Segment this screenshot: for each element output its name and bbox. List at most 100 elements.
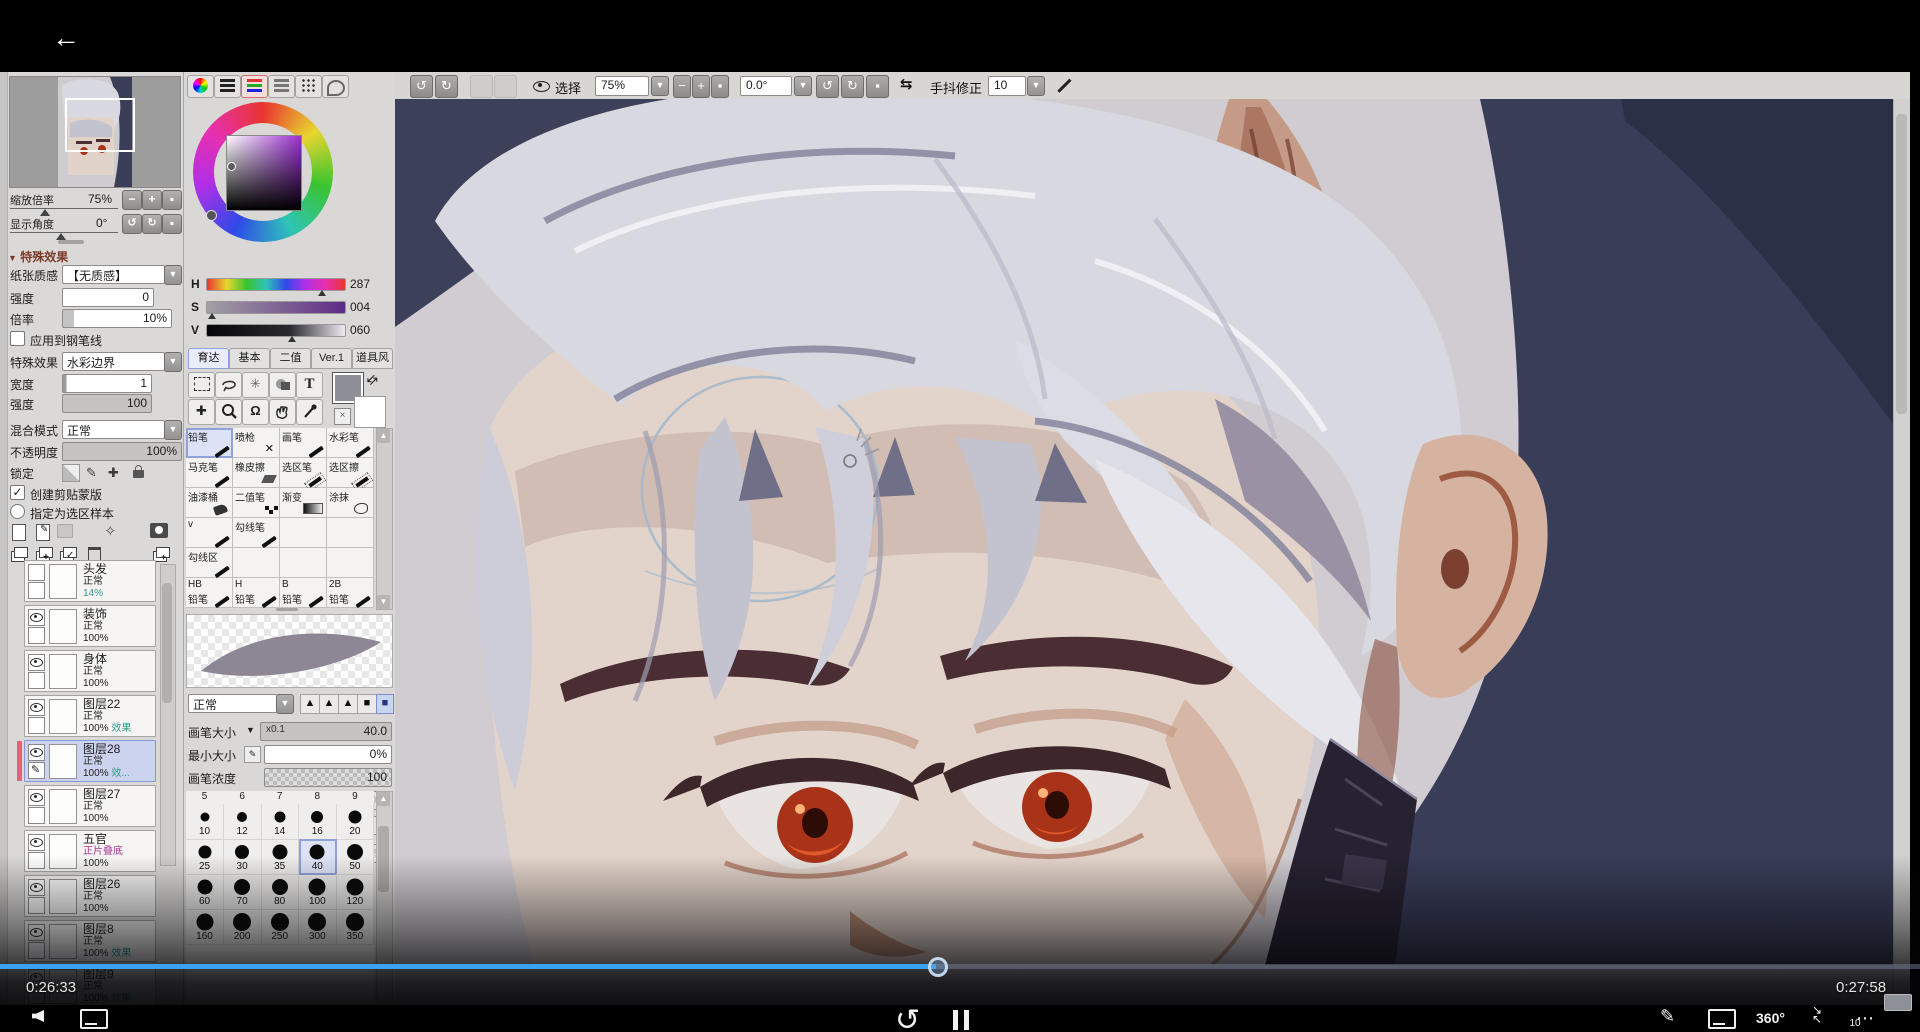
angle-reset-button[interactable]: ▪ xyxy=(162,214,182,234)
layer-edit-toggle[interactable]: ✎ xyxy=(28,627,45,644)
size-option[interactable]: 100 xyxy=(299,874,337,910)
brush-cell[interactable]: 2B 铅笔 xyxy=(327,578,374,608)
brush-tab[interactable]: 道具风 xyxy=(352,348,393,369)
layer-list-scrollbar[interactable] xyxy=(160,564,176,866)
size-option[interactable]: 8 xyxy=(299,791,336,802)
brush-cell[interactable]: 选区笔 xyxy=(280,458,327,488)
brush-cell[interactable] xyxy=(327,518,374,548)
brush-cell[interactable] xyxy=(233,548,280,578)
size-option[interactable]: 160 xyxy=(186,909,224,945)
density-slider[interactable]: 100 xyxy=(264,768,392,787)
strength2-slider[interactable]: 100 xyxy=(62,394,152,413)
size-option[interactable]: 40 xyxy=(299,839,337,875)
scroll-down-button[interactable]: ▼ xyxy=(377,595,390,609)
brush-cell[interactable]: 橡皮擦 xyxy=(233,458,280,488)
size-option[interactable]: 250 xyxy=(261,909,299,945)
effect-dropdown-button[interactable]: ▼ xyxy=(164,352,182,372)
new-layer-button[interactable] xyxy=(10,522,28,541)
rotate-ccw-button[interactable]: ↺ xyxy=(122,214,142,234)
shape-tool[interactable] xyxy=(269,372,296,398)
min-size-input[interactable]: 0% xyxy=(264,745,392,764)
rect-select-tool[interactable] xyxy=(188,372,215,398)
exit-fullscreen-button[interactable]: ↘ ↖ xyxy=(1812,1006,1822,1024)
pause-button[interactable] xyxy=(950,1010,972,1032)
size-option[interactable]: 14 xyxy=(261,804,299,840)
layer-visibility-toggle[interactable] xyxy=(28,564,45,581)
move-tool[interactable]: ✚ xyxy=(188,399,215,425)
layer-item[interactable]: ✎ 图层28 正常 100% 效... xyxy=(24,740,156,782)
canvas-rotate-cw[interactable]: ↻ xyxy=(841,75,864,98)
brush-blend-select[interactable]: 正常 xyxy=(188,694,278,713)
brush-cell[interactable]: H 铅笔 xyxy=(233,578,280,608)
size-option[interactable]: 25 xyxy=(186,839,224,875)
sv-marker[interactable] xyxy=(227,162,236,171)
swap-colors-icon[interactable]: ⇆ xyxy=(363,370,382,389)
canvas-zoom-out[interactable]: − xyxy=(673,75,691,98)
brush-tab[interactable]: 育达 xyxy=(188,348,229,369)
layer-visibility-toggle[interactable] xyxy=(28,789,45,806)
brush-cell[interactable]: 喷枪 xyxy=(233,428,280,458)
stabilizer-value[interactable]: 10 xyxy=(988,76,1026,96)
more-options-button[interactable]: ⋯ xyxy=(1856,1008,1876,1029)
panel-divider[interactable] xyxy=(276,608,298,611)
lasso-tool[interactable] xyxy=(215,372,242,398)
layer-visibility-toggle[interactable] xyxy=(28,609,45,626)
new-folder-button[interactable] xyxy=(57,524,73,538)
size-option[interactable]: 20 xyxy=(336,804,374,840)
transform-tool-icon[interactable]: ✧ xyxy=(104,524,117,539)
pressure-icon[interactable]: ✎ xyxy=(244,746,261,763)
volume-button[interactable] xyxy=(32,1010,44,1022)
canvas-zoom-reset[interactable]: ▪ xyxy=(711,75,729,98)
size-option[interactable]: 30 xyxy=(224,839,262,875)
transparent-color-swatch[interactable]: × xyxy=(334,408,351,425)
layer-item[interactable]: ✎ 图层27 正常 100% xyxy=(24,785,156,827)
clip-checkbox[interactable]: ✓ xyxy=(10,485,25,500)
layer-visibility-toggle[interactable] xyxy=(28,744,45,761)
tip-shape-5[interactable]: ■ xyxy=(376,694,394,714)
brush-cell[interactable]: 勾线区 xyxy=(186,548,233,578)
zoom-reset-button[interactable]: ▪ xyxy=(162,190,182,210)
brush-cell[interactable]: 铅笔 xyxy=(186,428,233,458)
size-option[interactable]: 6 xyxy=(224,791,261,802)
brush-cell[interactable]: B 铅笔 xyxy=(280,578,327,608)
navigator-preview[interactable] xyxy=(9,76,181,188)
color-bars-tab[interactable] xyxy=(214,75,241,98)
s-slider[interactable] xyxy=(206,301,346,314)
flip-icon[interactable]: ⇆ xyxy=(900,75,913,93)
blend-dropdown-button[interactable]: ▼ xyxy=(164,420,182,440)
apply-pen-checkbox[interactable] xyxy=(10,331,25,346)
lock-alpha-icon[interactable] xyxy=(62,464,80,482)
canvas-zoom-select[interactable]: 75% xyxy=(595,76,649,96)
redo-button[interactable]: ↻ xyxy=(435,75,458,98)
size-option[interactable]: 5 xyxy=(186,791,223,802)
line-tool-icon[interactable] xyxy=(1057,79,1071,93)
canvas-zoom-in[interactable]: + xyxy=(692,75,710,98)
layer-edit-toggle[interactable]: ✎ xyxy=(28,897,45,914)
panel-divider[interactable] xyxy=(58,240,84,244)
swatches-tab[interactable] xyxy=(295,75,322,98)
scroll-up-button[interactable]: ▲ xyxy=(377,429,390,443)
seek-handle[interactable] xyxy=(928,957,948,977)
layer-edit-toggle[interactable]: ✎ xyxy=(28,807,45,824)
canvas-zoom-dropdown[interactable]: ▼ xyxy=(651,76,669,96)
zoom-out-button[interactable]: − xyxy=(122,190,142,210)
size-option[interactable]: 12 xyxy=(224,804,262,840)
layer-visibility-toggle[interactable] xyxy=(28,699,45,716)
brush-tab[interactable]: 二值 xyxy=(270,348,311,369)
sv-square[interactable] xyxy=(226,135,302,211)
special-effects-header[interactable]: ▼ 特殊效果 xyxy=(8,248,68,265)
size-option[interactable]: 200 xyxy=(224,909,262,945)
rotate-view-tool[interactable]: Ω xyxy=(242,399,269,425)
layer-item[interactable]: ✎ 五官 正片叠底 100% xyxy=(24,830,156,872)
brush-tab[interactable]: Ver.1 xyxy=(311,348,352,369)
layer-edit-toggle[interactable]: ✎ xyxy=(28,762,45,779)
ratio-slider[interactable]: 10% xyxy=(62,309,172,328)
layer-visibility-toggle[interactable] xyxy=(28,654,45,671)
magic-wand-tool[interactable]: ✳ xyxy=(242,372,269,398)
layer-item[interactable]: ✎ 图层26 正常 100% xyxy=(24,875,156,917)
size-option[interactable]: 60 xyxy=(186,874,224,910)
blend-select[interactable]: 正常 xyxy=(62,420,165,439)
edit-button[interactable]: ✎ xyxy=(1660,1006,1675,1027)
size-option[interactable]: 10 xyxy=(186,804,224,840)
layer-item[interactable]: ✎ 图层22 正常 100% 效果 xyxy=(24,695,156,737)
